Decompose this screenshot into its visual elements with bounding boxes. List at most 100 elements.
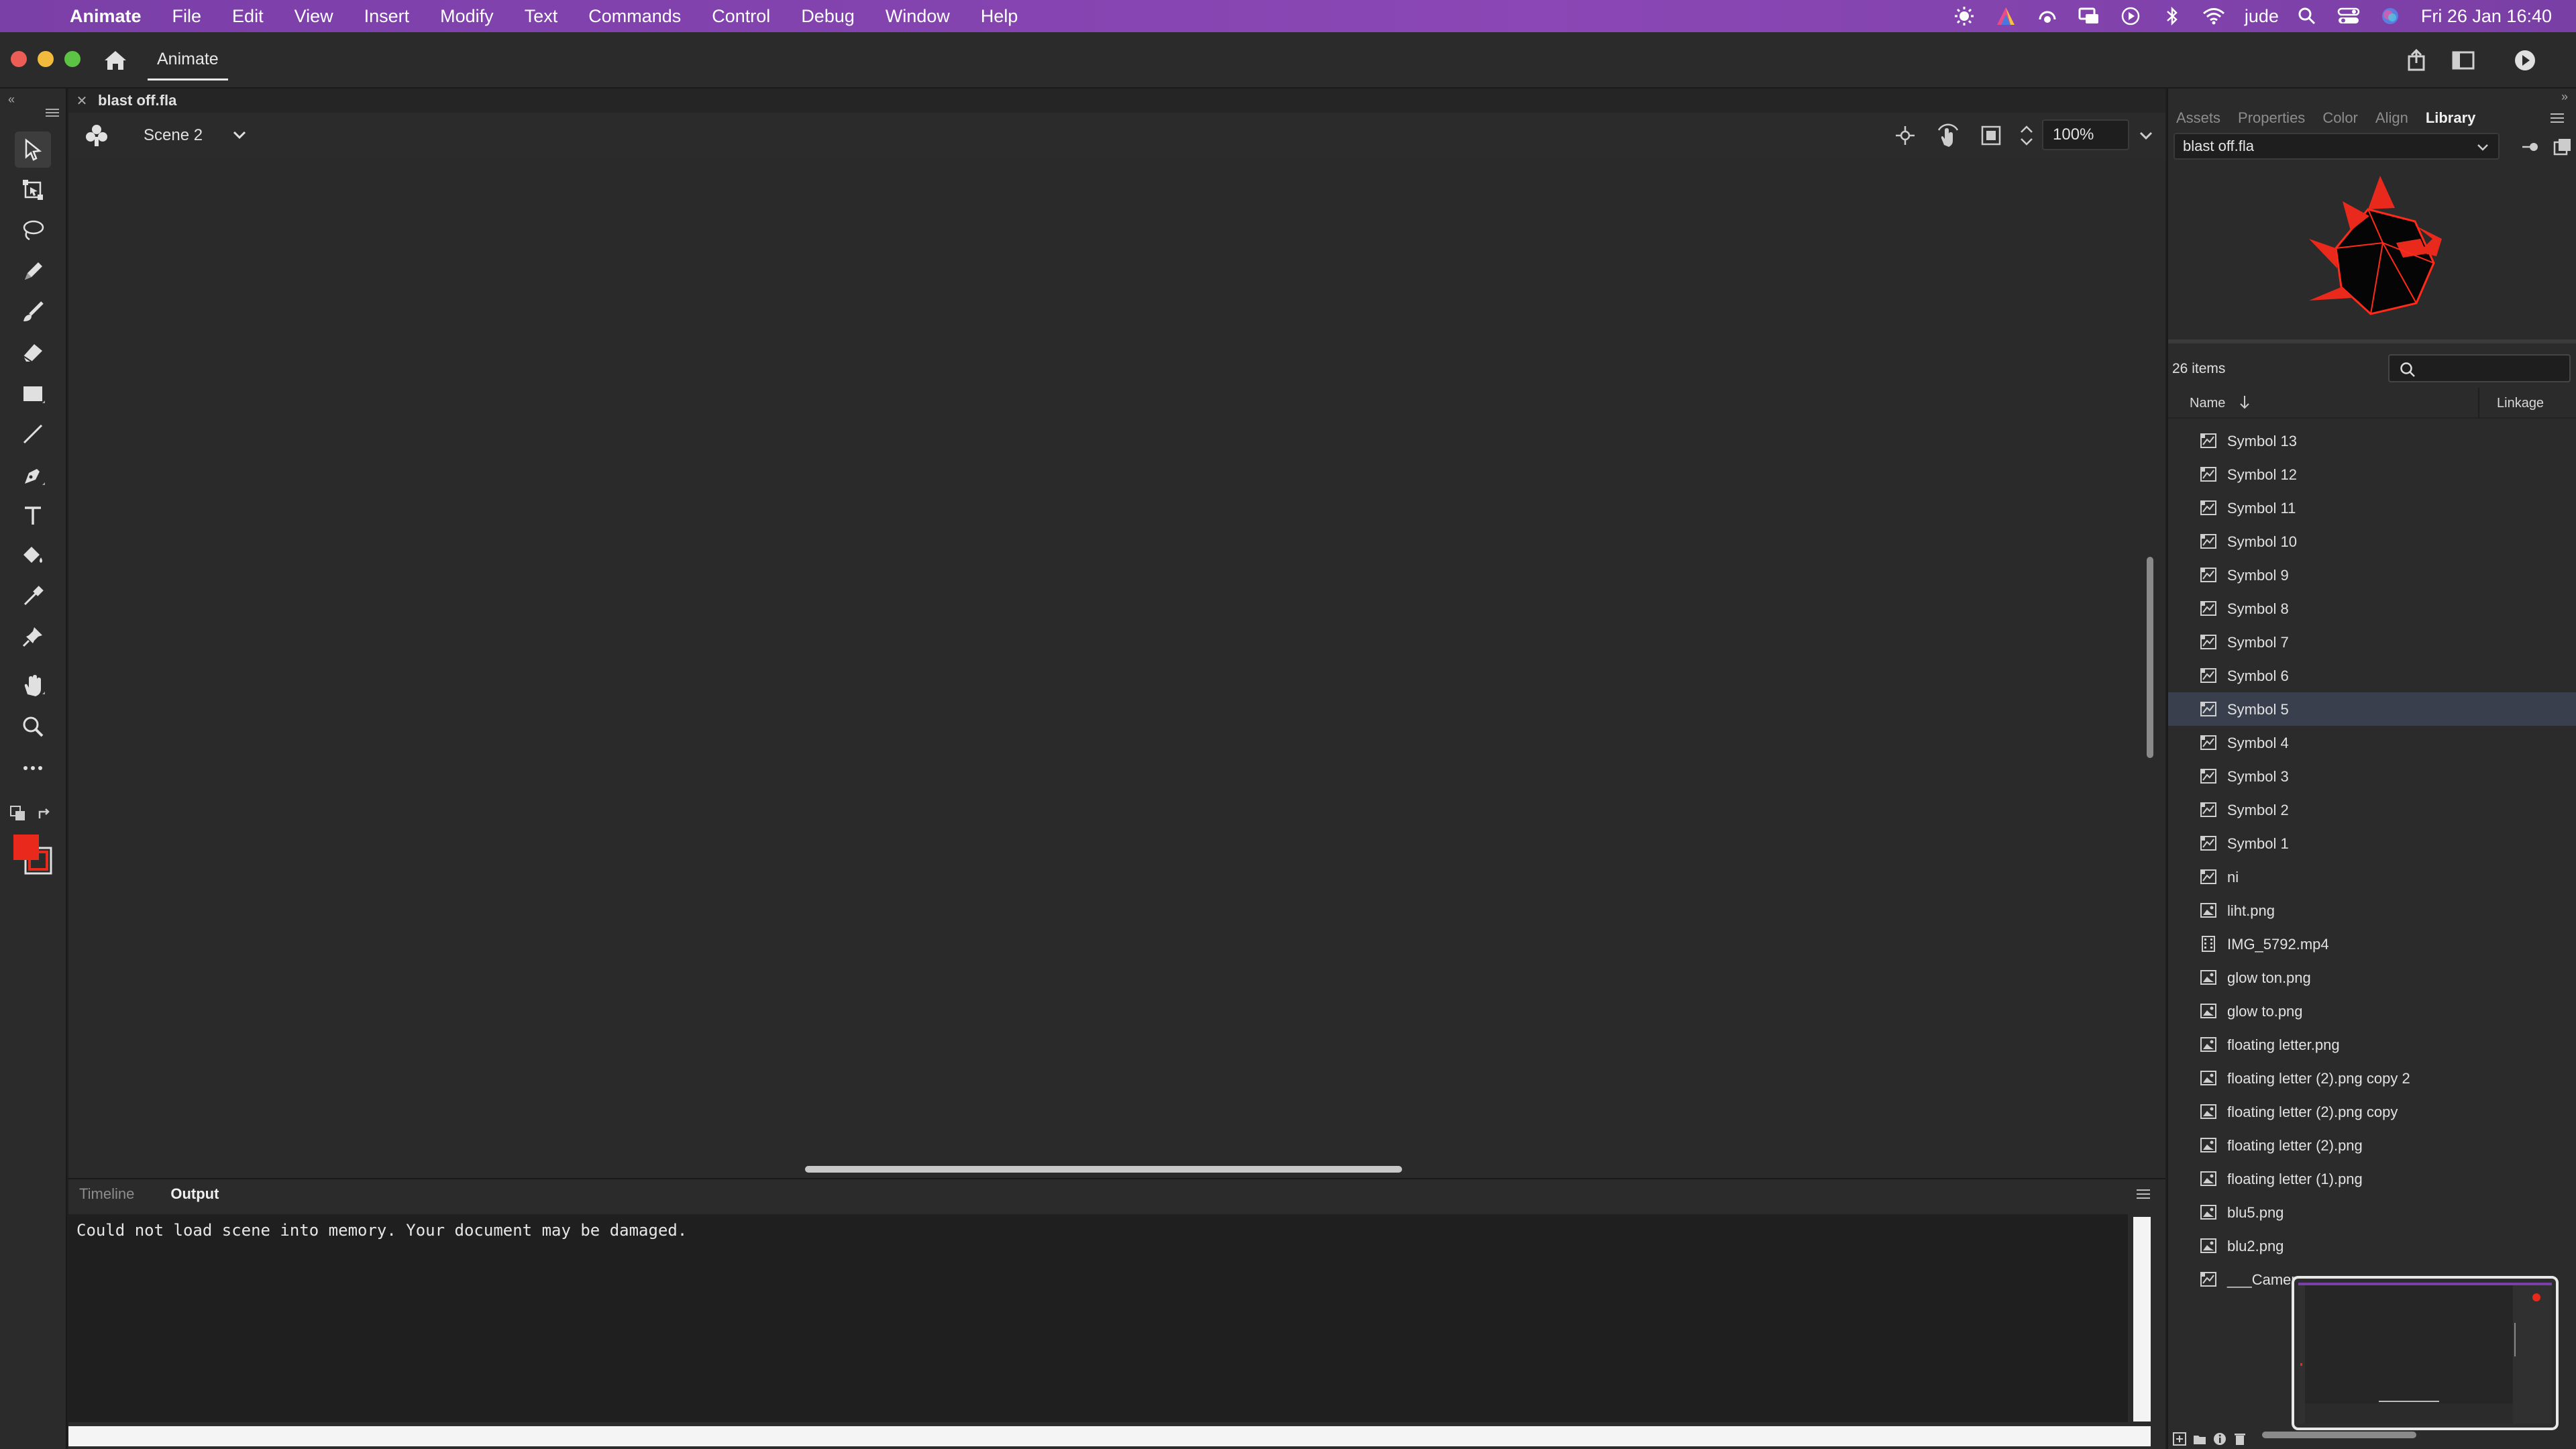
menu-debug[interactable]: Debug xyxy=(801,6,855,27)
brightness-icon[interactable] xyxy=(1951,3,1978,30)
siri-icon[interactable] xyxy=(2377,3,2404,30)
line-tool-icon[interactable] xyxy=(15,416,51,452)
new-folder-icon[interactable] xyxy=(2192,1432,2207,1446)
menu-window[interactable]: Window xyxy=(885,6,950,27)
pin-tool-icon[interactable] xyxy=(15,619,51,655)
library-item[interactable]: Symbol 13 xyxy=(2168,424,2576,458)
pencil-tool-icon[interactable] xyxy=(15,254,51,290)
new-symbol-icon[interactable] xyxy=(2172,1432,2187,1446)
properties-info-icon[interactable] xyxy=(2212,1432,2227,1446)
stage-vertical-scrollbar[interactable] xyxy=(2147,557,2153,758)
menu-modify[interactable]: Modify xyxy=(440,6,494,27)
library-item[interactable]: Symbol 10 xyxy=(2168,525,2576,558)
library-item[interactable]: Symbol 6 xyxy=(2168,659,2576,692)
swap-colors-icon[interactable] xyxy=(36,806,54,822)
search-icon[interactable] xyxy=(2294,3,2320,30)
library-item[interactable]: Symbol 9 xyxy=(2168,558,2576,592)
library-item[interactable]: IMG_5792.mp4 xyxy=(2168,927,2576,961)
library-item[interactable]: glow ton.png xyxy=(2168,961,2576,994)
free-transform-tool-icon[interactable] xyxy=(15,172,51,208)
wifi-icon[interactable] xyxy=(2200,3,2227,30)
tab-assets[interactable]: Assets xyxy=(2176,109,2220,127)
expand-panel-icon[interactable]: » xyxy=(2561,90,2568,104)
scene-name[interactable]: Scene 2 xyxy=(144,126,203,145)
output-console[interactable]: Could not load scene into memory. Your d… xyxy=(68,1214,2128,1422)
library-item[interactable]: floating letter (2).png copy 2 xyxy=(2168,1061,2576,1095)
library-item[interactable]: Symbol 5 xyxy=(2168,692,2576,726)
library-item[interactable]: Symbol 2 xyxy=(2168,793,2576,826)
menu-text[interactable]: Text xyxy=(525,6,558,27)
sort-arrow-down-icon[interactable] xyxy=(2237,393,2253,412)
library-item[interactable]: Symbol 8 xyxy=(2168,592,2576,625)
bluetooth-icon[interactable] xyxy=(2159,3,2186,30)
library-item[interactable]: floating letter (1).png xyxy=(2168,1162,2576,1195)
default-colors-icon[interactable] xyxy=(9,805,27,822)
library-item[interactable]: floating letter.png xyxy=(2168,1028,2576,1061)
library-item[interactable]: Symbol 4 xyxy=(2168,726,2576,759)
close-tab-icon[interactable]: ✕ xyxy=(72,93,91,109)
menu-file[interactable]: File xyxy=(172,6,202,27)
rectangle-tool-icon[interactable] xyxy=(15,376,51,412)
scene-icon[interactable] xyxy=(83,122,110,149)
new-library-panel-icon[interactable] xyxy=(2552,137,2573,157)
library-item[interactable]: blu2.png xyxy=(2168,1229,2576,1263)
selection-tool-icon[interactable] xyxy=(15,131,51,168)
chevron-down-icon[interactable] xyxy=(228,123,251,146)
column-linkage[interactable]: Linkage xyxy=(2497,396,2544,411)
trash-icon[interactable] xyxy=(2233,1432,2247,1446)
share-icon[interactable] xyxy=(2403,48,2430,72)
home-icon[interactable] xyxy=(102,47,129,74)
library-item[interactable]: glow to.png xyxy=(2168,994,2576,1028)
rotate-stage-icon[interactable] xyxy=(1935,122,1962,149)
play-circle-icon[interactable] xyxy=(2117,3,2144,30)
workspace-layout-icon[interactable] xyxy=(2450,48,2477,72)
output-horizontal-scrollbar[interactable] xyxy=(68,1426,2151,1446)
window-close-button[interactable] xyxy=(11,51,27,67)
pen-tool-icon[interactable] xyxy=(15,458,51,494)
zoom-stepper-icon[interactable] xyxy=(2017,122,2043,149)
output-vertical-scrollbar[interactable] xyxy=(2133,1217,2151,1421)
window-zoom-button[interactable] xyxy=(64,51,80,67)
paint-bucket-tool-icon[interactable] xyxy=(15,538,51,574)
library-item[interactable]: floating letter (2).png xyxy=(2168,1128,2576,1162)
panel-menu-icon[interactable] xyxy=(2135,1186,2152,1202)
test-movie-play-icon[interactable] xyxy=(2512,48,2538,72)
library-menu-icon[interactable] xyxy=(2549,111,2565,125)
library-item[interactable]: blu5.png xyxy=(2168,1195,2576,1229)
column-divider[interactable] xyxy=(2478,388,2479,419)
menubar-clock[interactable]: Fri 26 Jan 16:40 xyxy=(2421,6,2552,27)
stage-canvas[interactable] xyxy=(68,158,2165,1178)
menu-control[interactable]: Control xyxy=(712,6,770,27)
text-tool-icon[interactable] xyxy=(15,498,51,534)
collapse-panel-icon[interactable]: « xyxy=(8,93,15,107)
more-tools-icon[interactable] xyxy=(15,750,51,786)
menu-help[interactable]: Help xyxy=(981,6,1018,27)
library-horizontal-scrollbar[interactable] xyxy=(2262,1432,2416,1438)
creative-cloud-icon[interactable] xyxy=(1992,3,2019,30)
library-search-input[interactable] xyxy=(2388,354,2571,382)
brush-tool-icon[interactable] xyxy=(15,294,51,330)
library-item[interactable]: Symbol 12 xyxy=(2168,458,2576,491)
document-tab[interactable]: ✕ blast off.fla xyxy=(72,89,177,113)
column-name[interactable]: Name xyxy=(2190,396,2225,411)
library-item[interactable]: ni xyxy=(2168,860,2576,894)
stage-horizontal-scrollbar[interactable] xyxy=(805,1166,1402,1173)
hand-tool-icon[interactable] xyxy=(15,667,51,703)
user-name[interactable]: jude xyxy=(2245,6,2279,27)
color-swatches[interactable] xyxy=(11,832,56,879)
tab-color[interactable]: Color xyxy=(2322,109,2358,127)
library-item[interactable]: floating letter (2).png copy xyxy=(2168,1095,2576,1128)
clip-content-icon[interactable] xyxy=(1978,122,2004,149)
eyedropper-tool-icon[interactable] xyxy=(15,578,51,614)
snap-to-center-icon[interactable] xyxy=(1892,122,1919,149)
screenshot-thumbnail[interactable] xyxy=(2292,1276,2559,1430)
menu-insert[interactable]: Insert xyxy=(364,6,410,27)
sync-icon[interactable] xyxy=(2034,3,2061,30)
control-center-icon[interactable] xyxy=(2335,3,2362,30)
library-item[interactable]: Symbol 7 xyxy=(2168,625,2576,659)
tools-menu-icon[interactable] xyxy=(44,107,60,118)
menu-commands[interactable]: Commands xyxy=(588,6,681,27)
screen-mirror-icon[interactable] xyxy=(2076,3,2102,30)
lasso-tool-icon[interactable] xyxy=(15,212,51,248)
library-item[interactable]: Symbol 11 xyxy=(2168,491,2576,525)
